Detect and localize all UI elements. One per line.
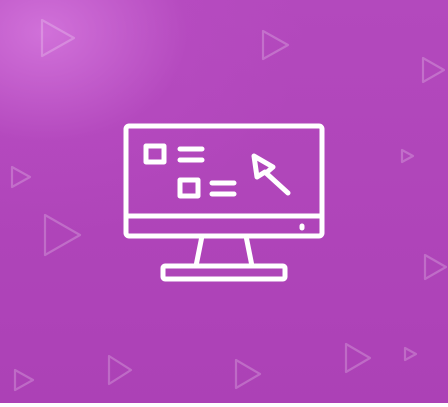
monitor-stand-base — [160, 263, 288, 282]
checkbox-icon — [143, 143, 167, 165]
checkbox-icon — [177, 177, 201, 199]
icon-banner — [0, 0, 448, 407]
cursor-arrow-icon — [251, 153, 291, 196]
computer-monitor-icon — [123, 123, 325, 282]
monitor-stand-neck — [193, 233, 255, 269]
bottom-divider — [0, 403, 448, 407]
